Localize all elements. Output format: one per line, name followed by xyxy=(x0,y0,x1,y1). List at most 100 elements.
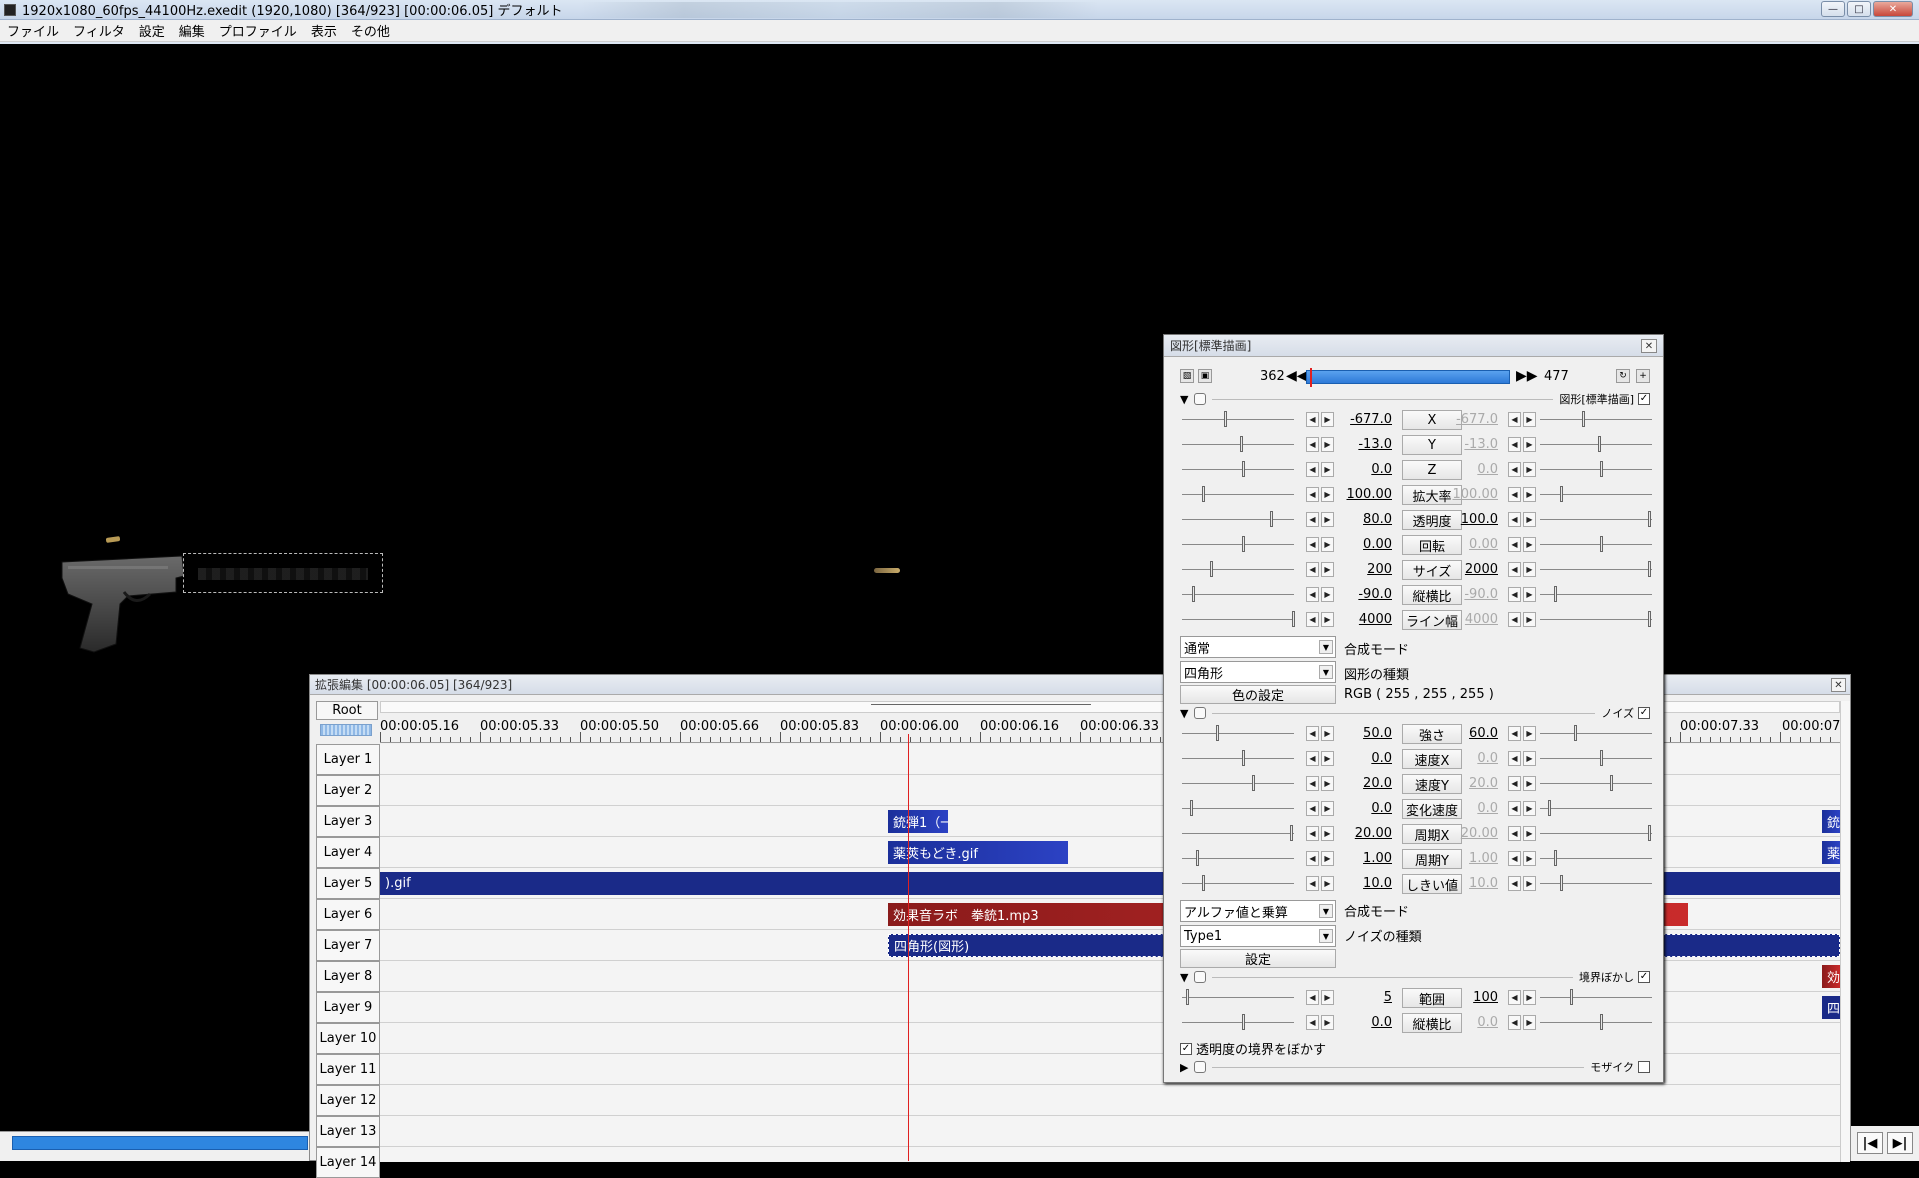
slider-knob[interactable] xyxy=(1270,511,1273,527)
arrow-right-icon[interactable]: ▶ xyxy=(1321,801,1334,816)
arrow-left-icon[interactable]: ◀ xyxy=(1306,776,1319,791)
param-slider-right[interactable] xyxy=(1540,611,1652,627)
param-slider-right[interactable] xyxy=(1540,411,1652,427)
param-value-left[interactable]: 20.00 xyxy=(1344,826,1392,841)
clip-bullet-2[interactable]: 銃 xyxy=(1822,810,1840,833)
param-arrows-right[interactable]: ◀ ▶ xyxy=(1508,462,1536,477)
param-arrows-left[interactable]: ◀ ▶ xyxy=(1306,462,1334,477)
param-value-right[interactable]: 0.0 xyxy=(1450,462,1498,477)
slider-knob[interactable] xyxy=(1600,750,1603,766)
arrow-left-icon[interactable]: ◀ xyxy=(1508,462,1521,477)
slider-knob[interactable] xyxy=(1210,561,1213,577)
minimize-button[interactable]: — xyxy=(1821,1,1845,17)
param-slider-right[interactable] xyxy=(1540,825,1652,841)
arrow-right-icon[interactable]: ▶ xyxy=(1523,751,1536,766)
arrow-right-icon[interactable]: ▶ xyxy=(1523,876,1536,891)
param-arrows-right[interactable]: ◀ ▶ xyxy=(1508,587,1536,602)
timeline-zoom-bar[interactable] xyxy=(320,724,372,736)
slider-knob[interactable] xyxy=(1216,725,1219,741)
param-arrows-left[interactable]: ◀ ▶ xyxy=(1306,801,1334,816)
arrow-right-icon[interactable]: ▶ xyxy=(1321,437,1334,452)
param-slider-left[interactable] xyxy=(1182,536,1294,552)
param-value-right[interactable]: 100.0 xyxy=(1450,512,1498,527)
menu-settings[interactable]: 設定 xyxy=(132,21,172,40)
param-arrows-right[interactable]: ◀ ▶ xyxy=(1508,726,1536,741)
param-slider-right[interactable] xyxy=(1540,725,1652,741)
param-slider-left[interactable] xyxy=(1182,825,1294,841)
slider-knob[interactable] xyxy=(1242,461,1245,477)
blur-alpha-option[interactable]: ✓ 透明度の境界をぼかす xyxy=(1180,1039,1326,1058)
param-arrows-right[interactable]: ◀ ▶ xyxy=(1508,412,1536,427)
param-slider-left[interactable] xyxy=(1182,411,1294,427)
clip-bullet[interactable]: 銃弾1（一 xyxy=(888,810,948,833)
param-slider-right[interactable] xyxy=(1540,850,1652,866)
arrow-left-icon[interactable]: ◀ xyxy=(1306,462,1319,477)
param-slider-left[interactable] xyxy=(1182,850,1294,866)
param-value-left[interactable]: 1.00 xyxy=(1344,851,1392,866)
param-arrows-left[interactable]: ◀ ▶ xyxy=(1306,487,1334,502)
param-value-left[interactable]: -90.0 xyxy=(1344,587,1392,602)
arrow-right-icon[interactable]: ▶ xyxy=(1523,587,1536,602)
param-arrows-left[interactable]: ◀ ▶ xyxy=(1306,726,1334,741)
arrow-left-icon[interactable]: ◀ xyxy=(1306,612,1319,627)
arrow-right-icon[interactable]: ▶ xyxy=(1321,587,1334,602)
param-slider-left[interactable] xyxy=(1182,750,1294,766)
layer-header[interactable]: Layer 6 xyxy=(316,899,380,930)
param-slider-right[interactable] xyxy=(1540,875,1652,891)
param-arrows-left[interactable]: ◀ ▶ xyxy=(1306,851,1334,866)
arrow-right-icon[interactable]: ▶ xyxy=(1321,990,1334,1005)
hand-icon[interactable] xyxy=(1194,707,1206,719)
noise-settings-button[interactable]: 設定 xyxy=(1180,949,1336,968)
arrow-right-icon[interactable]: ▶ xyxy=(1321,1015,1334,1030)
arrow-left-icon[interactable]: ◀ xyxy=(1306,437,1319,452)
slider-knob[interactable] xyxy=(1560,875,1563,891)
arrow-left-icon[interactable]: ◀ xyxy=(1306,751,1319,766)
param-arrows-left[interactable]: ◀ ▶ xyxy=(1306,776,1334,791)
menu-filter[interactable]: フィルタ xyxy=(66,21,132,40)
param-value-left[interactable]: 20.0 xyxy=(1344,776,1392,791)
arrow-left-icon[interactable]: ◀ xyxy=(1508,801,1521,816)
param-slider-right[interactable] xyxy=(1540,561,1652,577)
param-arrows-right[interactable]: ◀ ▶ xyxy=(1508,990,1536,1005)
layer-header[interactable]: Layer 8 xyxy=(316,961,380,992)
arrow-right-icon[interactable]: ▶ xyxy=(1523,412,1536,427)
arrow-left-icon[interactable]: ◀ xyxy=(1306,562,1319,577)
slider-knob[interactable] xyxy=(1648,511,1651,527)
arrow-left-icon[interactable]: ◀ xyxy=(1508,776,1521,791)
noise-type-select[interactable]: Type1 ▼ xyxy=(1180,925,1336,947)
param-arrows-left[interactable]: ◀ ▶ xyxy=(1306,826,1334,841)
menu-other[interactable]: その他 xyxy=(344,21,397,40)
param-slider-right[interactable] xyxy=(1540,586,1652,602)
arrow-left-icon[interactable]: ◀ xyxy=(1508,1015,1521,1030)
arrow-right-icon[interactable]: ▶ xyxy=(1523,1015,1536,1030)
arrow-left-icon[interactable]: ◀ xyxy=(1508,562,1521,577)
param-arrows-left[interactable]: ◀ ▶ xyxy=(1306,412,1334,427)
layer-header[interactable]: Layer 1 xyxy=(316,744,380,775)
arrow-right-icon[interactable]: ▶ xyxy=(1321,462,1334,477)
param-value-left[interactable]: 80.0 xyxy=(1344,512,1392,527)
param-value-right[interactable]: 100.00 xyxy=(1450,487,1499,502)
slider-knob[interactable] xyxy=(1240,436,1243,452)
hand-icon[interactable] xyxy=(1194,1061,1206,1073)
param-slider-left[interactable] xyxy=(1182,486,1294,502)
close-button[interactable]: ✕ xyxy=(1873,1,1913,17)
arrow-left-icon[interactable]: ◀ xyxy=(1508,851,1521,866)
go-start-icon[interactable]: |◀ xyxy=(1857,1132,1883,1154)
slider-knob[interactable] xyxy=(1242,536,1245,552)
param-slider-right[interactable] xyxy=(1540,775,1652,791)
slider-knob[interactable] xyxy=(1554,850,1557,866)
layer-header[interactable]: Layer 13 xyxy=(316,1116,380,1147)
param-value-left[interactable]: 4000 xyxy=(1344,612,1392,627)
param-value-right[interactable]: -677.0 xyxy=(1450,412,1498,427)
arrow-right-icon[interactable]: ▶ xyxy=(1321,612,1334,627)
layer-header[interactable]: Layer 4 xyxy=(316,837,380,868)
param-value-left[interactable]: 5 xyxy=(1344,990,1392,1005)
arrow-left-icon[interactable]: ◀ xyxy=(1306,1015,1319,1030)
param-value-right[interactable]: 60.0 xyxy=(1450,726,1498,741)
param-slider-left[interactable] xyxy=(1182,511,1294,527)
arrow-left-icon[interactable]: ◀ xyxy=(1508,726,1521,741)
timeline-close-icon[interactable]: ✕ xyxy=(1831,678,1846,692)
blur-alpha-checkbox[interactable]: ✓ xyxy=(1180,1042,1192,1055)
root-button[interactable]: Root xyxy=(316,701,378,720)
arrow-right-icon[interactable]: ▶ xyxy=(1523,801,1536,816)
